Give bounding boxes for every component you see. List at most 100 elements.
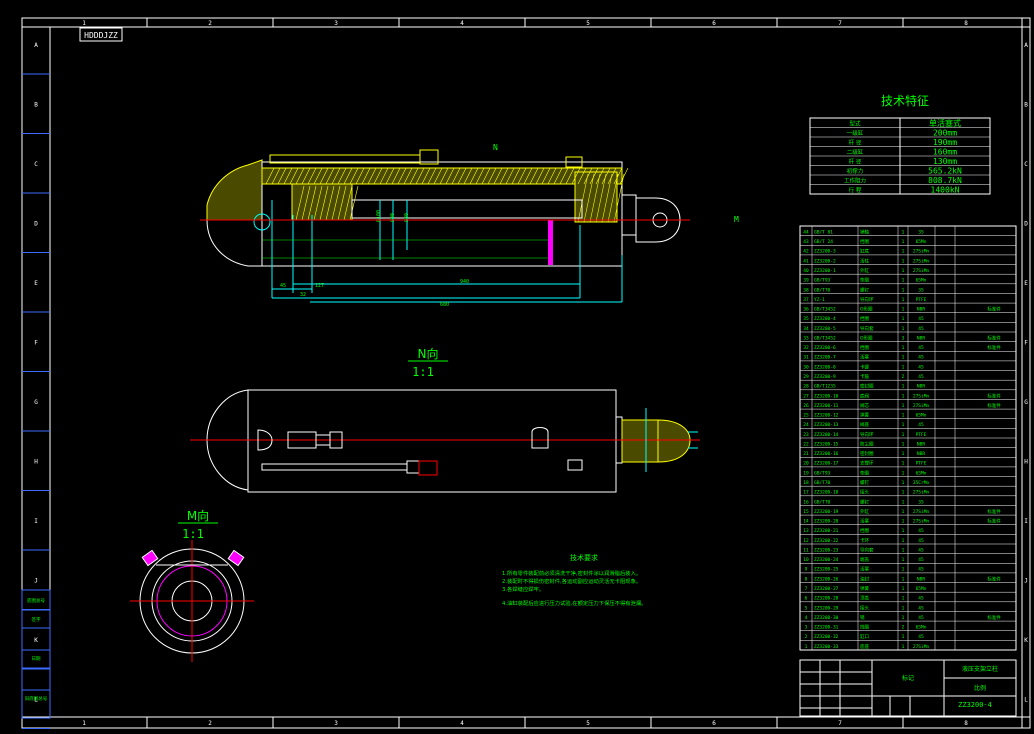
bom-qty: 1 <box>902 509 905 515</box>
row-label-right-K: K <box>1024 637 1028 644</box>
spec-value-0: 单活塞式 <box>929 118 961 128</box>
bom-row[interactable]: 35 ZZ3200-4 挡圈 1 45 <box>803 315 924 322</box>
bom-code: GB/T3452 <box>814 335 836 341</box>
bom-code: ZZ3200-31 <box>814 625 839 631</box>
bom-row[interactable]: 18 GB/T70 螺钉 1 35CrMo <box>803 479 929 486</box>
bom-name: 活塞 <box>860 518 869 525</box>
bom-code: ZZ3200-3 <box>814 249 836 255</box>
bom-row[interactable]: 6 ZZ3200-28 顶盖 1 45 <box>805 595 924 602</box>
bom-name: 活塞 <box>860 354 869 361</box>
bom-name: O形圈 <box>860 306 873 313</box>
m-view-drawing[interactable] <box>130 540 254 662</box>
bom-row[interactable]: 14 ZZ3200-20 活塞 1 27SiMn 标准件 <box>803 518 1001 525</box>
bom-row[interactable]: 29 ZZ3200-9 卡箍 2 45 <box>803 373 924 380</box>
bom-qty: 1 <box>902 229 905 235</box>
bom-material: 35 <box>918 287 924 293</box>
bom-row[interactable]: 44 GB/T 81 销轴 1 35 <box>803 228 924 235</box>
bom-code: ZZ3200-9 <box>814 374 836 380</box>
spec-name-3: 二级缸 <box>847 148 864 156</box>
bom-name: 阀座 <box>860 421 869 428</box>
bom-row[interactable]: 11 ZZ3200-23 导向套 1 45 <box>803 546 924 553</box>
bom-no: 28 <box>803 384 809 390</box>
bom-no: 24 <box>803 422 809 428</box>
bom-no: 10 <box>803 557 809 563</box>
bom-row[interactable]: 10 ZZ3200-24 端盖 1 45 <box>803 556 924 563</box>
bom-row[interactable]: 41 ZZ3200-2 活柱 1 27SiMn <box>803 257 929 264</box>
bom-row[interactable]: 30 ZZ3200-8 卡键 1 45 <box>803 363 924 370</box>
bom-name: 接头 <box>860 604 869 611</box>
bom-row[interactable]: 16 GB/T70 螺钉 1 35 <box>803 498 924 505</box>
spec-name-5: 初撑力 <box>847 167 864 175</box>
bom-material: 45 <box>918 374 924 380</box>
bom-name: 防尘圈 <box>860 440 874 447</box>
bom-code: ZZ3200-27 <box>814 586 839 592</box>
left-panel-item-2: 日期 <box>32 656 41 662</box>
bom-material: NBR <box>917 307 925 313</box>
bom-material: 45 <box>918 422 924 428</box>
bom-table[interactable]: 44 GB/T 81 销轴 1 3543 GB/T 24 挡圈 1 65Mn42 ZZ3200-3… <box>799 225 1017 651</box>
bom-row[interactable]: 31 ZZ3200-7 活塞 1 45 <box>803 354 924 361</box>
cad-drawing-canvas[interactable]: 12345678 12345678 ABCDEFGHIJKL ABCDEFGHI… <box>0 0 1034 734</box>
bom-row[interactable]: 12 ZZ3200-22 卡环 1 45 <box>803 537 924 544</box>
dimension-7: Ø80 <box>403 213 410 222</box>
bom-row[interactable]: 8 ZZ3200-26 油封 1 NBR 标准件 <box>805 575 1002 582</box>
bom-code: ZZ3200-23 <box>814 547 839 553</box>
n-view-drawing[interactable] <box>190 389 700 493</box>
bom-row[interactable]: 3 ZZ3200-31 挡圈 2 65Mn <box>805 624 927 631</box>
bom-row[interactable]: 34 ZZ3200-5 导向套 1 45 <box>803 325 924 332</box>
bom-row[interactable]: 15 ZZ3200-19 外缸 1 27SiMn 标准件 <box>803 508 1001 515</box>
bom-name: 螺钉 <box>860 479 869 486</box>
bom-row[interactable]: 9 ZZ3200-25 活塞 1 45 <box>805 566 924 573</box>
dimension-text: 45 12732940680Ø100 Ø90 Ø80 <box>280 210 469 308</box>
bom-row[interactable]: 17 ZZ3200-18 接头 1 27SiMn <box>803 489 929 496</box>
bom-name: 导向环 <box>860 431 874 438</box>
bom-no: 20 <box>803 461 809 467</box>
main-section-view[interactable]: 45 12732940680Ø100 Ø90 Ø80 <box>200 149 690 308</box>
bom-name: 卡环 <box>860 537 869 544</box>
dimension-1: 127 <box>315 283 324 289</box>
column-label-bottom-5: 5 <box>586 720 590 727</box>
bom-material: 35 <box>918 499 924 505</box>
bom-name: 卡箍 <box>860 373 869 380</box>
bom-row[interactable]: 2 ZZ3200-32 缸口 1 45 <box>805 633 924 640</box>
bom-row[interactable]: 24 ZZ3200-13 阀座 1 45 <box>803 421 924 428</box>
bom-no: 44 <box>803 229 809 235</box>
bom-row[interactable]: 4 ZZ3200-30 销 1 45 标准件 <box>805 614 1002 621</box>
bom-row[interactable]: 40 ZZ3200-1 外缸 1 27SiMn <box>803 267 929 274</box>
row-label-left-H: H <box>34 459 38 466</box>
bom-material: 45 <box>918 316 924 322</box>
bom-material: NBR <box>917 451 925 457</box>
bom-row[interactable]: 38 GB/T70 螺钉 1 35 <box>803 286 924 293</box>
bom-row[interactable]: 21 ZZ3200-16 密封圈 1 NBR <box>803 450 925 457</box>
bom-name: 活柱 <box>860 257 869 264</box>
bom-no: 17 <box>803 490 809 496</box>
bom-row[interactable]: 22 ZZ3200-15 防尘圈 1 NBR <box>803 440 925 447</box>
bom-code: ZZ3200-16 <box>814 451 839 457</box>
bom-row[interactable]: 28 GB/T1235 密封圈 1 NBR <box>803 383 925 390</box>
bom-qty: 1 <box>902 538 905 544</box>
bom-row[interactable]: 32 ZZ3200-6 挡圈 1 45 标准件 <box>803 344 1001 351</box>
bom-qty: 1 <box>902 249 905 255</box>
column-label-bottom-2: 2 <box>208 720 212 727</box>
bom-row[interactable]: 13 ZZ3200-21 挡圈 1 45 <box>803 527 924 534</box>
bom-name: 密封圈 <box>860 383 874 390</box>
bom-row[interactable]: 5 ZZ3200-29 接头 1 45 <box>805 604 924 611</box>
bom-row[interactable]: 26 ZZ3200-11 阀芯 1 27SiMn 标准件 <box>803 402 1001 409</box>
bom-row[interactable]: 36 GB/T3452 O形圈 1 NBR 标准件 <box>803 306 1001 313</box>
bom-row[interactable]: 33 GB/T3452 O形圈 3 NBR 标准件 <box>803 334 1001 341</box>
bom-row[interactable]: 42 ZZ3200-3 缸底 1 27SiMn <box>803 248 929 255</box>
bom-material: 45 <box>918 345 924 351</box>
bom-code: ZZ3200-21 <box>814 528 839 534</box>
bom-qty: 1 <box>902 596 905 602</box>
bom-row[interactable]: 1 ZZ3200-33 底座 1 27SiMn <box>805 643 930 650</box>
n-view-lifting-lug <box>531 427 549 449</box>
bom-row[interactable]: 27 ZZ3200-10 底阀 1 27SiMn 标准件 <box>803 392 1001 399</box>
bom-no: 14 <box>803 519 809 525</box>
row-label-right-B: B <box>1024 102 1028 109</box>
m-view-scale: 1:1 <box>182 527 204 541</box>
technical-notes: 技术要求 1.所有零件装配前必须清洗干净,密封件涂以润滑脂后装入。 2.装配时不… <box>502 553 646 607</box>
bom-row[interactable]: 7 ZZ3200-27 弹簧 1 65Mn <box>805 585 927 592</box>
bom-code: ZZ3200-14 <box>814 432 839 438</box>
dimension-4: 680 <box>440 302 449 308</box>
bom-no: 1 <box>805 644 808 650</box>
